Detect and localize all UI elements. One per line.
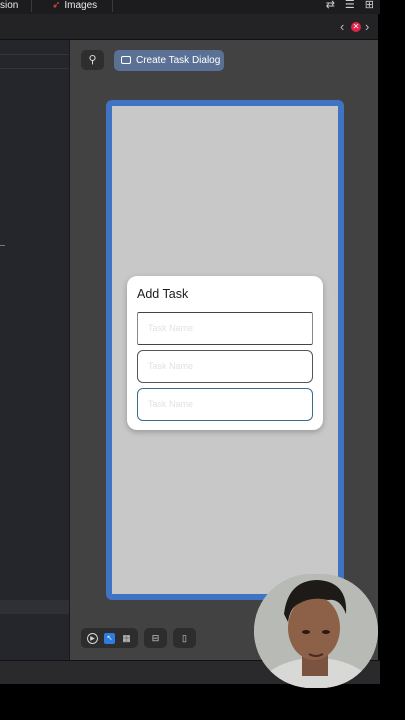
- device-settings-icon[interactable]: ⊟: [150, 633, 161, 644]
- device-preview[interactable]: Add Task Task Name Task Name Task Name: [106, 100, 344, 600]
- chevron-left-icon[interactable]: ‹: [340, 19, 344, 34]
- live-preview-icon[interactable]: ▶: [87, 632, 98, 644]
- add-task-dialog: Add Task Task Name Task Name Task Name: [127, 276, 323, 430]
- device-screen: Add Task Task Name Task Name Task Name: [112, 106, 338, 594]
- preview-canvas: ⚲ Create Task Dialog Add Task Task Name …: [69, 40, 378, 660]
- variants-icon[interactable]: ▦: [121, 633, 132, 644]
- preview-selector-button[interactable]: Create Task Dialog: [114, 50, 224, 71]
- adjust-editor-icon[interactable]: ☰: [345, 0, 355, 11]
- window-icon: [121, 56, 131, 64]
- current-line-highlight: [0, 600, 69, 614]
- task-name-field-1[interactable]: Task Name: [137, 312, 313, 345]
- selectable-mode-icon[interactable]: ↖: [104, 632, 115, 644]
- error-icon[interactable]: ✕: [351, 22, 361, 32]
- device-icon[interactable]: ▯: [179, 633, 190, 644]
- fold-marker: [0, 245, 5, 246]
- add-editor-icon[interactable]: ⊞: [365, 0, 374, 11]
- editor-tab-bar: sion ➶ Images ⇄ ☰ ⊞: [0, 0, 380, 14]
- divider: [0, 54, 69, 55]
- code-editor[interactable]: [0, 40, 69, 660]
- tab-divider: [112, 0, 113, 12]
- swap-icon[interactable]: ⇄: [326, 0, 335, 11]
- tab-images[interactable]: ➶ Images: [52, 0, 97, 14]
- swift-icon: ➶: [52, 0, 61, 11]
- webcam-overlay: [254, 574, 378, 688]
- pin-button[interactable]: ⚲: [81, 50, 104, 70]
- chevron-right-icon[interactable]: ›: [365, 19, 369, 34]
- tab-images-label: Images: [64, 0, 98, 11]
- editor-options: ⇄ ☰ ⊞: [326, 0, 374, 11]
- presenter-image: [254, 574, 378, 688]
- preview-selector-label: Create Task Dialog: [136, 55, 221, 66]
- device-settings-group: ⊟: [144, 628, 167, 648]
- device-group: ▯: [173, 628, 196, 648]
- pin-icon: ⚲: [88, 54, 97, 66]
- jump-bar: ‹ ›: [0, 14, 380, 40]
- tab-file[interactable]: sion: [0, 0, 18, 14]
- task-name-field-3[interactable]: Task Name: [137, 388, 313, 421]
- right-edge: [378, 14, 405, 660]
- preview-mode-group: ▶ ↖ ▦: [81, 628, 138, 648]
- preview-toolbar: ▶ ↖ ▦ ⊟ ▯: [81, 628, 196, 648]
- divider: [0, 68, 69, 69]
- task-name-field-2[interactable]: Task Name: [137, 350, 313, 383]
- dialog-title: Add Task: [137, 287, 189, 301]
- xcode-window: sion ➶ Images ⇄ ☰ ⊞ ‹ › ✕ ⚲ Create Task …: [0, 0, 405, 720]
- tab-divider: [31, 0, 32, 12]
